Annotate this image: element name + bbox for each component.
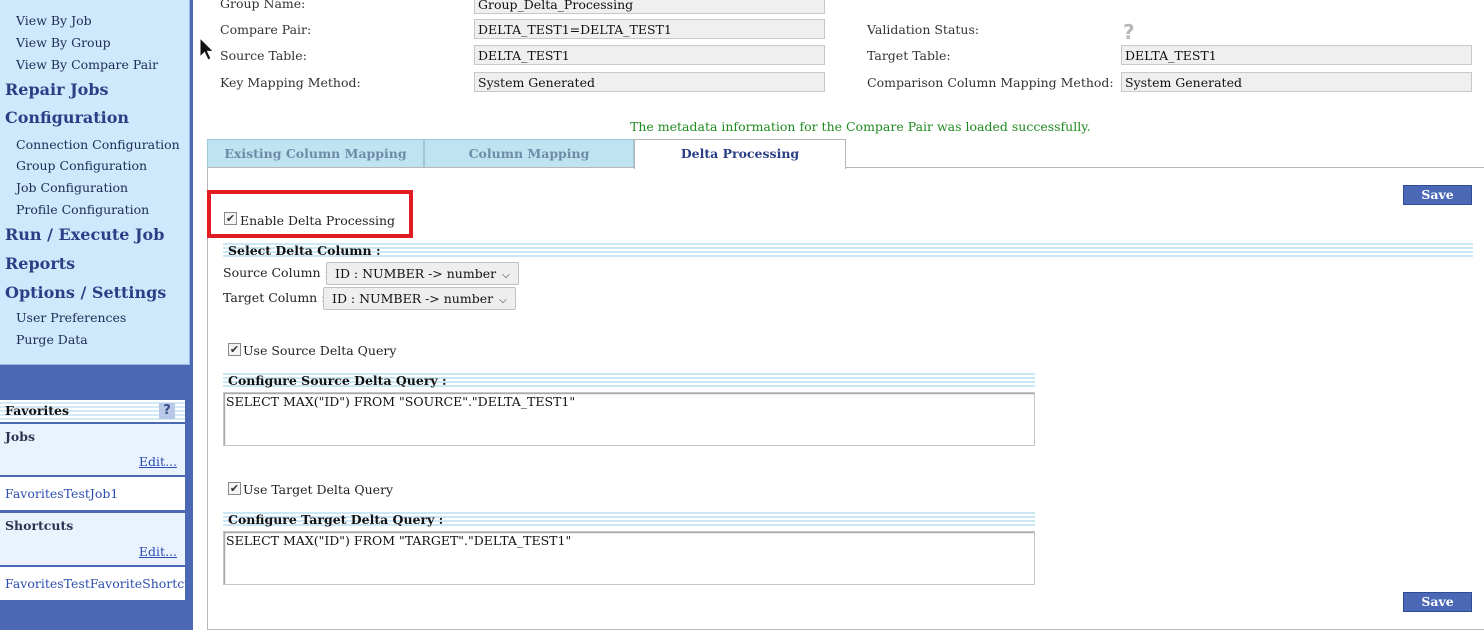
compare-pair-field: DELTA_TEST1=DELTA_TEST1 <box>474 19 825 39</box>
favorites-shortcuts-edit-link[interactable]: Edit... <box>139 544 177 559</box>
nav-item-group-configuration[interactable]: Group Configuration <box>16 158 147 173</box>
source-column-select[interactable]: ID : NUMBER -> number ⌵ <box>326 262 519 285</box>
source-table-field: DELTA_TEST1 <box>474 45 825 65</box>
nav-item-view-by-group[interactable]: View By Group <box>16 35 111 50</box>
success-message: The metadata information for the Compare… <box>630 119 1091 134</box>
favorites-title: Favorites <box>5 403 69 418</box>
favorites-jobs-section: Jobs Edit... <box>0 424 185 475</box>
nav-item-user-preferences[interactable]: User Preferences <box>16 310 126 325</box>
target-table-label: Target Table: <box>867 48 951 63</box>
target-table-field: DELTA_TEST1 <box>1121 45 1472 65</box>
chevron-down-icon: ⌵ <box>499 295 507 306</box>
select-delta-column-header: Select Delta Column : <box>223 241 1473 259</box>
source-table-label: Source Table: <box>220 48 307 63</box>
source-query-textarea[interactable]: SELECT MAX("ID") FROM "SOURCE"."DELTA_TE… <box>223 392 1035 446</box>
tab-existing-column-mapping[interactable]: Existing Column Mapping <box>207 139 424 168</box>
source-column-value: ID : NUMBER -> number <box>335 266 497 281</box>
compare-pair-label: Compare Pair: <box>220 22 312 37</box>
nav-item-connection-configuration[interactable]: Connection Configuration <box>16 137 180 152</box>
mouse-cursor-icon <box>199 37 215 61</box>
favorites-header: Favorites ? <box>0 400 185 422</box>
key-mapping-label: Key Mapping Method: <box>220 75 361 90</box>
comparison-mapping-field: System Generated <box>1121 72 1472 92</box>
target-column-select[interactable]: ID : NUMBER -> number ⌵ <box>323 287 516 310</box>
source-query-header: Configure Source Delta Query : <box>223 371 1035 389</box>
comparison-mapping-label: Comparison Column Mapping Method: <box>867 75 1114 90</box>
select-delta-column-title: Select Delta Column : <box>228 243 381 258</box>
save-button-bottom[interactable]: Save <box>1403 592 1472 612</box>
favorites-jobs-label: Jobs <box>5 429 36 444</box>
nav-heading-options-settings[interactable]: Options / Settings <box>5 283 166 302</box>
key-mapping-field: System Generated <box>474 72 825 92</box>
tab-delta-processing[interactable]: Delta Processing <box>634 139 846 169</box>
nav-item-view-by-job[interactable]: View By Job <box>16 13 92 28</box>
nav-item-job-configuration[interactable]: Job Configuration <box>16 180 128 195</box>
nav-item-purge-data[interactable]: Purge Data <box>16 332 88 347</box>
favorites-jobs-edit-link[interactable]: Edit... <box>139 454 177 469</box>
favorites-shortcuts-label: Shortcuts <box>5 518 74 533</box>
group-name-label: Group Name: <box>220 0 306 11</box>
help-icon[interactable]: ? <box>159 403 175 419</box>
highlight-annotation-box <box>207 190 413 238</box>
use-target-delta-label: Use Target Delta Query <box>243 482 394 497</box>
nav-heading-repair-jobs[interactable]: Repair Jobs <box>5 80 109 99</box>
left-nav-panel: View By Job View By Group View By Compar… <box>0 0 193 630</box>
favorites-shortcuts-list: FavoritesTestFavoriteShortcut <box>0 567 185 600</box>
source-column-label: Source Column : <box>223 265 329 280</box>
validation-status-icon: ? <box>1123 20 1135 44</box>
favorites-shortcut-link[interactable]: FavoritesTestFavoriteShortcut <box>5 576 185 591</box>
target-query-textarea[interactable]: SELECT MAX("ID") FROM "TARGET"."DELTA_TE… <box>223 531 1035 585</box>
group-name-field: Group_Delta_Processing <box>474 0 825 14</box>
nav-heading-reports[interactable]: Reports <box>5 254 75 273</box>
nav-heading-configuration[interactable]: Configuration <box>5 108 129 127</box>
chevron-down-icon: ⌵ <box>502 270 510 281</box>
use-target-delta-checkbox[interactable]: ✔ <box>228 482 241 495</box>
nav-item-profile-configuration[interactable]: Profile Configuration <box>16 202 149 217</box>
favorites-jobs-list: FavoritesTestJob1 <box>0 477 185 510</box>
favorites-shortcuts-section: Shortcuts Edit... <box>0 513 185 565</box>
nav-item-view-by-compare-pair[interactable]: View By Compare Pair <box>16 57 158 72</box>
target-column-label: Target Column : <box>223 290 326 305</box>
use-source-delta-label: Use Source Delta Query <box>243 343 397 358</box>
source-query-title: Configure Source Delta Query : <box>228 373 447 388</box>
nav-heading-run-execute-job[interactable]: Run / Execute Job <box>5 225 164 244</box>
target-column-value: ID : NUMBER -> number <box>332 291 494 306</box>
use-source-delta-checkbox[interactable]: ✔ <box>228 343 241 356</box>
nav-menu: View By Job View By Group View By Compar… <box>0 0 190 365</box>
target-query-title: Configure Target Delta Query : <box>228 512 444 527</box>
validation-status-label: Validation Status: <box>867 22 980 37</box>
save-button-top[interactable]: Save <box>1403 185 1472 205</box>
favorites-job-link[interactable]: FavoritesTestJob1 <box>5 486 118 501</box>
tab-column-mapping[interactable]: Column Mapping <box>424 139 634 168</box>
target-query-header: Configure Target Delta Query : <box>223 510 1035 528</box>
